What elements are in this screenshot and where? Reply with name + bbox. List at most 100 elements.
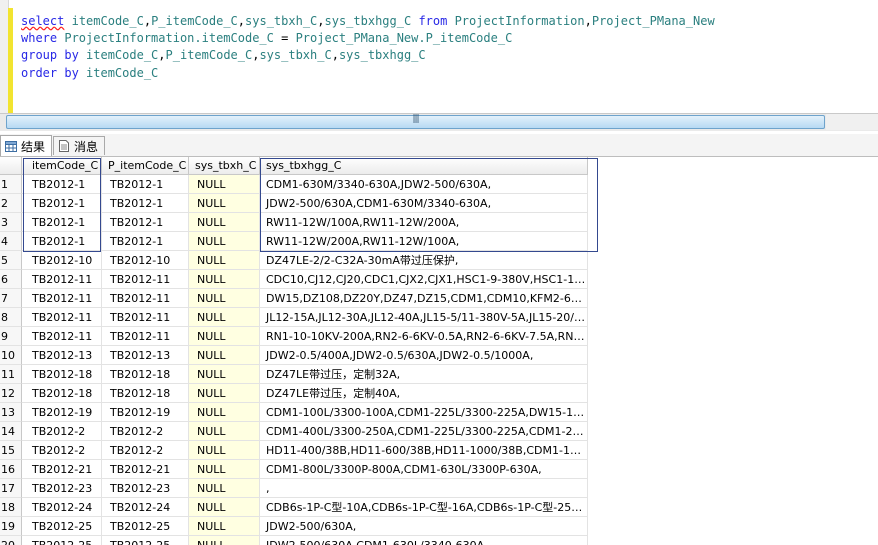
- cell-p-itemcode[interactable]: TB2012-25: [102, 517, 189, 536]
- table-row[interactable]: 1 TB2012-1 TB2012-1 NULL CDM1-630M/3340-630A…: [0, 175, 878, 194]
- cell-sys-tbxhgg[interactable]: HD11-400/38B,HD11-600/38B,HD11-1000/38B,…: [260, 441, 588, 460]
- cell-itemcode[interactable]: TB2012-2: [22, 441, 102, 460]
- table-row[interactable]: 2 TB2012-1 TB2012-1 NULL JDW2-500/630A,CDM1-…: [0, 194, 878, 213]
- cell-sys-tbxh[interactable]: NULL: [189, 346, 260, 365]
- row-number[interactable]: 5: [0, 251, 22, 270]
- row-number[interactable]: 3: [0, 213, 22, 232]
- cell-p-itemcode[interactable]: TB2012-2: [102, 422, 189, 441]
- table-row[interactable]: 10 TB2012-13 TB2012-13 NULL JDW2-0.5/400A,JD…: [0, 346, 878, 365]
- cell-sys-tbxhgg[interactable]: CDC10,CJ12,CJ20,CDC1,CJX2,CJX1,HSC1-9-38…: [260, 270, 588, 289]
- row-number[interactable]: 19: [0, 517, 22, 536]
- sql-line[interactable]: where ProjectInformation.itemCode_C = Pr…: [21, 30, 715, 47]
- sql-editor[interactable]: select itemCode_C,P_itemCode_C,sys_tbxh_…: [0, 0, 878, 113]
- cell-sys-tbxhgg[interactable]: JDW2-500/630A,CDM1-630M/3340-630A,: [260, 194, 588, 213]
- row-number[interactable]: 2: [0, 194, 22, 213]
- row-number[interactable]: 6: [0, 270, 22, 289]
- tab-messages[interactable]: 消息: [53, 136, 105, 155]
- table-row[interactable]: 14 TB2012-2 TB2012-2 NULL CDM1-400L/3300-250…: [0, 422, 878, 441]
- cell-sys-tbxh[interactable]: NULL: [189, 308, 260, 327]
- cell-p-itemcode[interactable]: TB2012-11: [102, 270, 189, 289]
- table-row[interactable]: 8 TB2012-11 TB2012-11 NULL JL12-15A,JL12-30A…: [0, 308, 878, 327]
- cell-p-itemcode[interactable]: TB2012-11: [102, 308, 189, 327]
- cell-itemcode[interactable]: TB2012-10: [22, 251, 102, 270]
- cell-sys-tbxh[interactable]: NULL: [189, 498, 260, 517]
- cell-sys-tbxh[interactable]: NULL: [189, 270, 260, 289]
- cell-sys-tbxh[interactable]: NULL: [189, 384, 260, 403]
- cell-itemcode[interactable]: TB2012-1: [22, 175, 102, 194]
- cell-sys-tbxh[interactable]: NULL: [189, 251, 260, 270]
- pane-splitter[interactable]: |||: [0, 113, 878, 131]
- sql-code[interactable]: select itemCode_C,P_itemCode_C,sys_tbxh_…: [21, 13, 715, 82]
- results-grid[interactable]: itemCode_C P_itemCode_C sys_tbxh_C sys_t…: [0, 157, 878, 545]
- table-row[interactable]: 20TB2012-25TB2012-25NULLJDW2-500/630A,CD…: [0, 536, 878, 545]
- table-row[interactable]: 4 TB2012-1 TB2012-1 NULL RW11-12W/200A,RW11-…: [0, 232, 878, 251]
- cell-itemcode[interactable]: TB2012-11: [22, 308, 102, 327]
- cell-sys-tbxhgg[interactable]: CDM1-800L/3300P-800A,CDM1-630L/3300P-630…: [260, 460, 588, 479]
- column-header-sys-tbxhgg[interactable]: sys_tbxhgg_C: [260, 157, 588, 175]
- cell-sys-tbxh[interactable]: NULL: [189, 327, 260, 346]
- cell-sys-tbxhgg[interactable]: DZ47LE带过压，定制40A,: [260, 384, 588, 403]
- row-number[interactable]: 8: [0, 308, 22, 327]
- row-number[interactable]: 14: [0, 422, 22, 441]
- cell-p-itemcode[interactable]: TB2012-1: [102, 213, 189, 232]
- cell-sys-tbxhgg[interactable]: CDM1-100L/3300-100A,CDM1-225L/3300-225A,…: [260, 403, 588, 422]
- row-number[interactable]: 12: [0, 384, 22, 403]
- cell-p-itemcode[interactable]: TB2012-1: [102, 232, 189, 251]
- cell-itemcode[interactable]: TB2012-21: [22, 460, 102, 479]
- cell-sys-tbxh[interactable]: NULL: [189, 517, 260, 536]
- table-row[interactable]: 11 TB2012-18 TB2012-18 NULL DZ47LE带过压，定制32A,: [0, 365, 878, 384]
- cell-itemcode[interactable]: TB2012-11: [22, 327, 102, 346]
- cell-sys-tbxh[interactable]: NULL: [189, 232, 260, 251]
- cell-itemcode[interactable]: TB2012-1: [22, 194, 102, 213]
- cell-p-itemcode[interactable]: TB2012-11: [102, 289, 189, 308]
- cell-sys-tbxhgg[interactable]: RW11-12W/100A,RW11-12W/200A,: [260, 213, 588, 232]
- cell-itemcode[interactable]: TB2012-23: [22, 479, 102, 498]
- row-number[interactable]: 16: [0, 460, 22, 479]
- cell-sys-tbxhgg[interactable]: DZ47LE带过压，定制32A,: [260, 365, 588, 384]
- cell-sys-tbxh[interactable]: NULL: [189, 460, 260, 479]
- cell-sys-tbxh[interactable]: NULL: [189, 289, 260, 308]
- row-number[interactable]: 13: [0, 403, 22, 422]
- cell-itemcode[interactable]: TB2012-19: [22, 403, 102, 422]
- row-number[interactable]: 9: [0, 327, 22, 346]
- cell-sys-tbxh[interactable]: NULL: [189, 441, 260, 460]
- cell-itemcode[interactable]: TB2012-24: [22, 498, 102, 517]
- column-header-itemcode[interactable]: itemCode_C: [22, 157, 102, 175]
- cell-itemcode[interactable]: TB2012-25: [22, 517, 102, 536]
- cell-itemcode[interactable]: TB2012-18: [22, 384, 102, 403]
- sql-line[interactable]: order by itemCode_C: [21, 65, 715, 82]
- cell-p-itemcode[interactable]: TB2012-2: [102, 441, 189, 460]
- cell-itemcode[interactable]: TB2012-25: [22, 536, 102, 545]
- cell-itemcode[interactable]: TB2012-18: [22, 365, 102, 384]
- tab-results[interactable]: 结果: [0, 135, 52, 156]
- cell-sys-tbxhgg[interactable]: DW15,DZ108,DZ20Y,DZ47,DZ15,CDM1,CDM10,KF…: [260, 289, 588, 308]
- row-number[interactable]: 15: [0, 441, 22, 460]
- table-row[interactable]: 13 TB2012-19 TB2012-19 NULL CDM1-100L/3300-1…: [0, 403, 878, 422]
- cell-p-itemcode[interactable]: TB2012-18: [102, 384, 189, 403]
- cell-sys-tbxhgg[interactable]: JDW2-500/630A,CDM1-630L/3340-630A,: [260, 536, 588, 545]
- cell-sys-tbxh[interactable]: NULL: [189, 536, 260, 545]
- cell-p-itemcode[interactable]: TB2012-10: [102, 251, 189, 270]
- row-number[interactable]: 10: [0, 346, 22, 365]
- cell-p-itemcode[interactable]: TB2012-24: [102, 498, 189, 517]
- column-header-sys-tbxh[interactable]: sys_tbxh_C: [189, 157, 260, 175]
- row-number[interactable]: 4: [0, 232, 22, 251]
- cell-sys-tbxhgg[interactable]: RN1-10-10KV-200A,RN2-6-6KV-0.5A,RN2-6-6K…: [260, 327, 588, 346]
- table-row[interactable]: 19 TB2012-25 TB2012-25 NULL JDW2-500/630A,: [0, 517, 878, 536]
- row-number[interactable]: 20: [0, 536, 22, 545]
- cell-p-itemcode[interactable]: TB2012-1: [102, 194, 189, 213]
- row-number[interactable]: 1: [0, 175, 22, 194]
- cell-sys-tbxhgg[interactable]: CDB6s-1P-C型-10A,CDB6s-1P-C型-16A,CDB6s-1P…: [260, 498, 588, 517]
- row-number[interactable]: 11: [0, 365, 22, 384]
- table-row[interactable]: 7 TB2012-11 TB2012-11 NULL DW15,DZ108,DZ20Y,…: [0, 289, 878, 308]
- cell-sys-tbxh[interactable]: NULL: [189, 365, 260, 384]
- column-header-p-itemcode[interactable]: P_itemCode_C: [102, 157, 189, 175]
- cell-sys-tbxhgg[interactable]: ,: [260, 479, 588, 498]
- sql-line[interactable]: group by itemCode_C,P_itemCode_C,sys_tbx…: [21, 47, 715, 64]
- cell-sys-tbxhgg[interactable]: JL12-15A,JL12-30A,JL12-40A,JL15-5/11-380…: [260, 308, 588, 327]
- cell-sys-tbxhgg[interactable]: JDW2-0.5/400A,JDW2-0.5/630A,JDW2-0.5/100…: [260, 346, 588, 365]
- table-row[interactable]: 3 TB2012-1 TB2012-1 NULL RW11-12W/100A,RW11-…: [0, 213, 878, 232]
- table-row[interactable]: 12 TB2012-18 TB2012-18 NULL DZ47LE带过压，定制40A,: [0, 384, 878, 403]
- cell-p-itemcode[interactable]: TB2012-1: [102, 175, 189, 194]
- row-number[interactable]: 7: [0, 289, 22, 308]
